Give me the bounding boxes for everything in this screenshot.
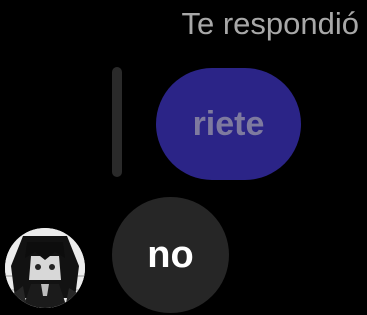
message-bubble[interactable]: no — [112, 197, 229, 313]
anime-character-avatar-icon — [5, 228, 85, 308]
message-text: no — [147, 233, 194, 276]
reply-indicator-bar — [112, 67, 122, 177]
quoted-message-text: riete — [192, 104, 265, 143]
sender-avatar[interactable] — [5, 228, 85, 308]
reply-header: Te respondió — [181, 6, 359, 41]
quoted-message-bubble[interactable]: riete — [156, 68, 301, 180]
